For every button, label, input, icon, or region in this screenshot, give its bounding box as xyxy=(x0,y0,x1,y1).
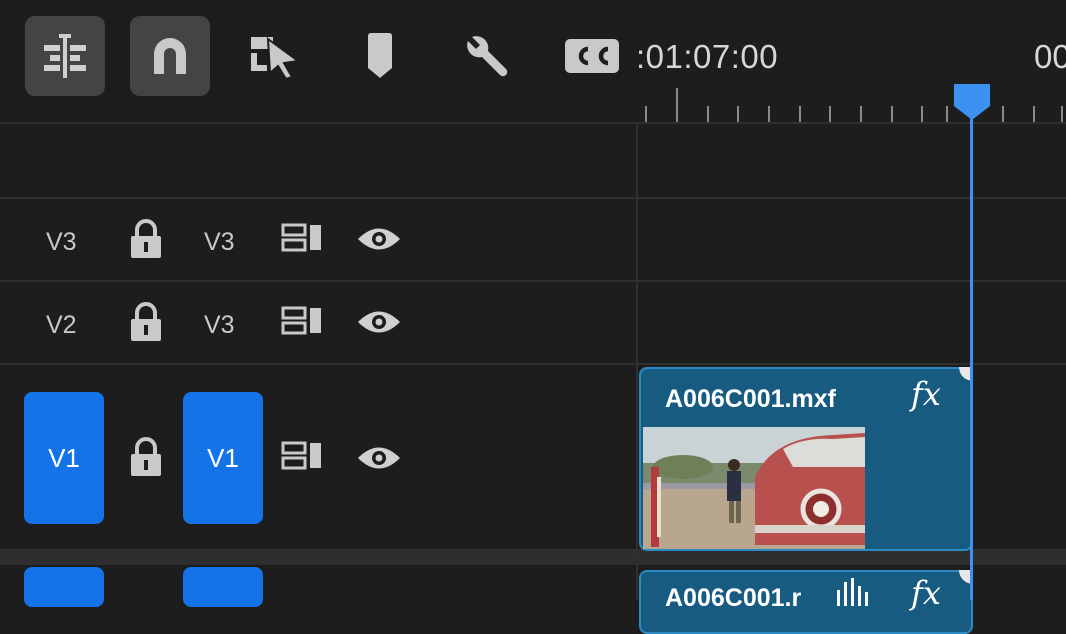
snap-button[interactable] xyxy=(130,16,210,96)
timeline-settings-button[interactable] xyxy=(445,16,525,96)
linked-selection-icon xyxy=(251,36,301,81)
audio-clip-name: A006C001.r xyxy=(665,584,802,612)
audio-waveform-icon xyxy=(837,578,868,606)
video-audio-divider[interactable] xyxy=(0,549,1066,565)
track-v3-source-label[interactable]: V3 xyxy=(46,228,77,257)
eye-icon[interactable] xyxy=(356,307,402,337)
wrench-icon xyxy=(467,36,508,77)
add-marker-button[interactable] xyxy=(340,16,420,96)
track-divider xyxy=(0,280,1066,282)
ruler-divider xyxy=(0,122,1066,124)
fx-badge[interactable]: fx xyxy=(911,574,941,612)
playhead-line[interactable] xyxy=(970,118,973,600)
track-v2-target-label[interactable]: V3 xyxy=(204,311,235,340)
track-header-divider[interactable] xyxy=(636,122,638,600)
lock-icon[interactable] xyxy=(128,218,164,260)
sync-lock-icon[interactable] xyxy=(280,440,324,474)
video-clip-name: A006C001.mxf xyxy=(665,385,836,413)
linked-selection-button[interactable] xyxy=(235,16,315,96)
ruler-timecode: :01:07:00 xyxy=(636,38,779,75)
captions-button[interactable] xyxy=(552,16,632,96)
audio-clip[interactable]: A006C001.r fx xyxy=(639,570,973,634)
lock-icon[interactable] xyxy=(128,301,164,343)
add-marker-icon xyxy=(368,33,392,78)
track-divider xyxy=(0,197,1066,199)
fx-badge[interactable]: fx xyxy=(911,375,941,413)
playhead-handle[interactable] xyxy=(952,82,992,122)
track-a1-source-patch[interactable] xyxy=(24,567,104,607)
track-a1-target-button[interactable] xyxy=(183,567,263,607)
sync-lock-icon[interactable] xyxy=(280,305,324,339)
track-v3-target-label[interactable]: V3 xyxy=(204,228,235,257)
insert-overwrite-sequences-button[interactable] xyxy=(25,16,105,96)
ruler-timecode-next: 00 xyxy=(1034,38,1066,75)
captions-icon xyxy=(565,39,619,73)
insert-overwrite-sequences-icon xyxy=(44,34,86,78)
sync-lock-icon[interactable] xyxy=(280,222,324,256)
clip-thumbnail xyxy=(643,427,865,549)
eye-icon[interactable] xyxy=(356,443,402,473)
eye-icon[interactable] xyxy=(356,224,402,254)
video-clip[interactable]: A006C001.mxf fx xyxy=(639,367,973,551)
track-v2-source-label[interactable]: V2 xyxy=(46,311,77,340)
lock-icon[interactable] xyxy=(128,436,164,478)
track-v1-source-patch[interactable]: V1 xyxy=(24,392,104,524)
snap-icon xyxy=(154,38,186,74)
time-ruler[interactable] xyxy=(638,80,1066,124)
track-v1-target-button[interactable]: V1 xyxy=(183,392,263,524)
track-divider xyxy=(0,363,1066,365)
